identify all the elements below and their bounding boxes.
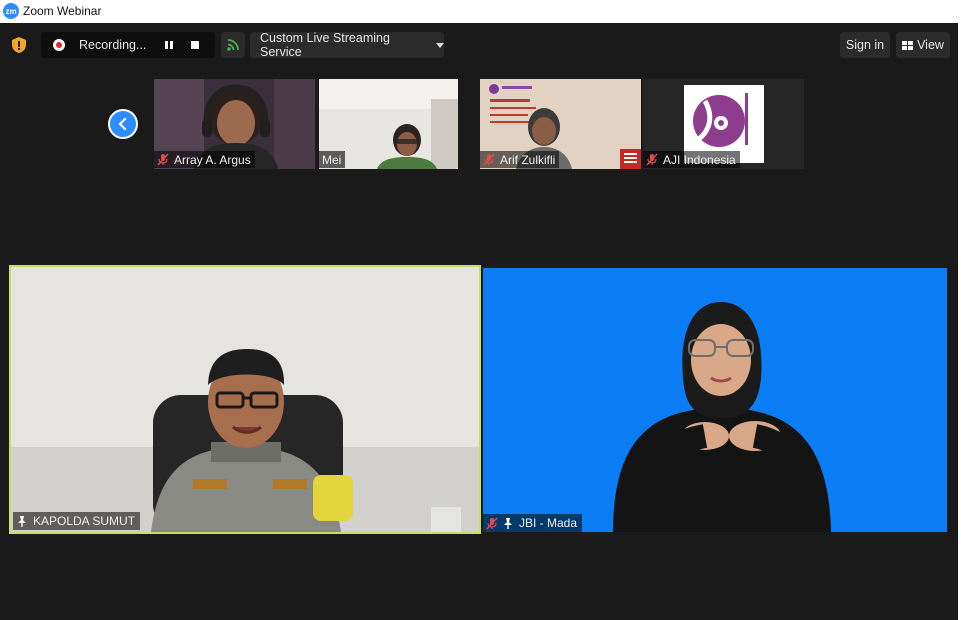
- stream-service-label: Custom Live Streaming Service: [260, 31, 390, 59]
- live-stream-status-button[interactable]: [221, 32, 245, 58]
- active-speaker-video[interactable]: KAPOLDA SUMUT: [9, 265, 481, 534]
- participant-tile[interactable]: Array A. Argus: [154, 79, 315, 169]
- sign-in-button[interactable]: Sign in: [840, 32, 890, 58]
- mic-muted-icon: [646, 153, 658, 166]
- pin-icon: [18, 515, 26, 527]
- view-label: View: [917, 38, 944, 52]
- recording-indicator: Recording...: [41, 32, 215, 58]
- speaker-name: KAPOLDA SUMUT: [33, 514, 136, 528]
- chevron-down-icon: [436, 42, 444, 48]
- shield-icon[interactable]: [10, 36, 28, 54]
- speaker-video-tile[interactable]: JBI - Mada: [483, 268, 947, 532]
- speaker-video: [483, 268, 947, 532]
- window-title: Zoom Webinar: [23, 4, 102, 18]
- pause-icon: [165, 41, 173, 49]
- participant-tile[interactable]: Mei: [319, 79, 458, 169]
- zoom-logo-icon: zm: [3, 3, 19, 19]
- mic-muted-icon: [486, 517, 498, 529]
- participant-name: AJI Indonesia: [663, 152, 736, 167]
- participant-name-tag: Mei: [319, 151, 346, 168]
- live-stream-icon: [227, 39, 239, 51]
- speaker-name-tag: KAPOLDA SUMUT: [13, 512, 141, 530]
- participant-name-tag: AJI Indonesia: [643, 151, 740, 168]
- participant-tile[interactable]: AJI Indonesia: [643, 79, 804, 169]
- pause-recording-button[interactable]: [159, 35, 179, 55]
- stop-icon: [191, 41, 199, 49]
- stream-service-dropdown[interactable]: Custom Live Streaming Service: [250, 31, 444, 59]
- recording-dot-icon: [53, 39, 65, 51]
- participant-name: Arif Zulkifli: [500, 152, 556, 167]
- view-button[interactable]: View: [896, 32, 950, 58]
- grid-view-icon: [902, 40, 914, 50]
- sign-in-label: Sign in: [845, 38, 885, 52]
- pin-icon: [504, 517, 512, 529]
- recording-label: Recording...: [79, 38, 147, 52]
- mic-muted-icon: [157, 153, 169, 166]
- top-toolbar: Recording... Custom Live Streaming Servi…: [0, 31, 955, 59]
- speaker-name-tag: JBI - Mada: [483, 514, 583, 532]
- meeting-area: Recording... Custom Live Streaming Servi…: [0, 23, 961, 620]
- participant-name: Mei: [322, 152, 342, 167]
- participant-tile[interactable]: Arif Zulkifli: [480, 79, 641, 169]
- participant-name-tag: Arif Zulkifli: [480, 151, 560, 168]
- speaker-video: [11, 267, 479, 532]
- mic-muted-icon: [483, 153, 495, 166]
- speaker-name: JBI - Mada: [519, 516, 578, 530]
- participant-name: Array A. Argus: [174, 152, 251, 167]
- previous-page-button[interactable]: [108, 109, 138, 139]
- chevron-left-icon: [118, 117, 127, 131]
- stop-recording-button[interactable]: [185, 35, 205, 55]
- title-bar: zm Zoom Webinar: [0, 0, 961, 22]
- participant-name-tag: Array A. Argus: [154, 151, 255, 168]
